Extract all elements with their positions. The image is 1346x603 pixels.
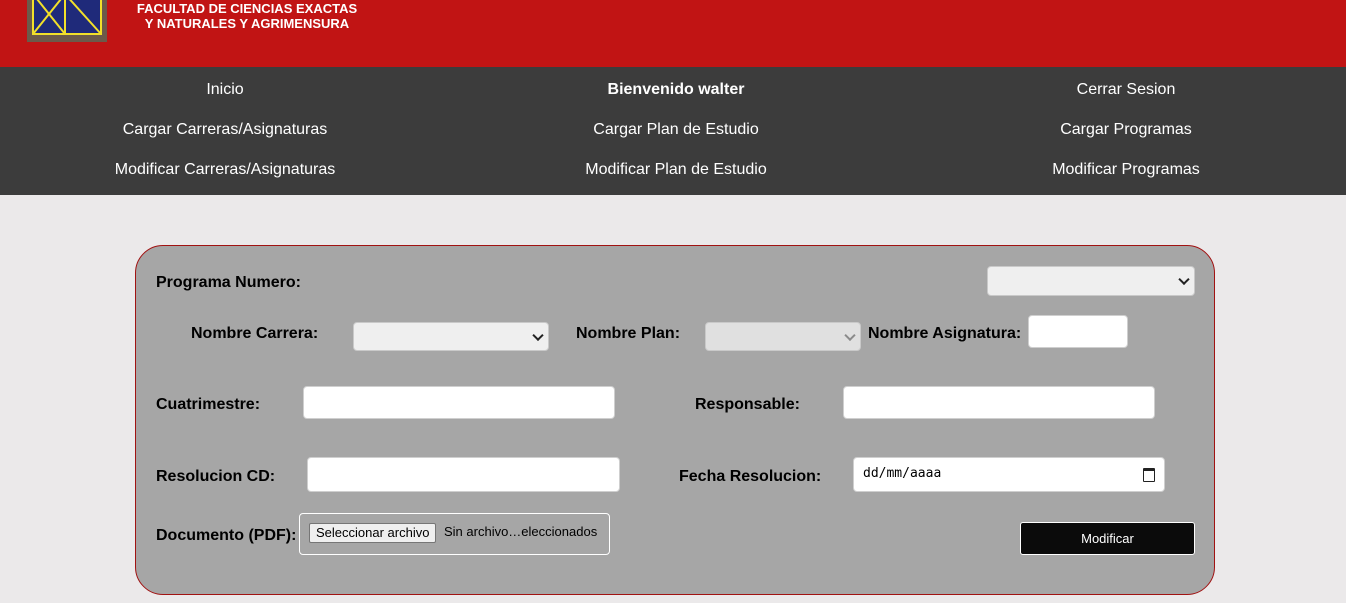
resolution-date-input[interactable]: dd/mm/aaaa: [853, 457, 1165, 492]
nav-load-careers-link[interactable]: Cargar Carreras/Asignaturas: [0, 120, 450, 140]
document-file-input[interactable]: Seleccionar archivo Sin archivo…eleccion…: [299, 513, 610, 555]
document-pdf-label: Documento (PDF):: [156, 527, 297, 544]
chevron-down-icon: [844, 329, 856, 341]
date-placeholder: dd/mm/aaaa: [863, 466, 942, 481]
nav-modify-plan-link[interactable]: Modificar Plan de Estudio: [451, 160, 901, 180]
resolution-cd-input[interactable]: [307, 457, 620, 492]
semester-label: Cuatrimestre:: [156, 396, 261, 413]
university-logo-icon: [27, 0, 107, 42]
nav-logout-link[interactable]: Cerrar Sesion: [901, 80, 1346, 100]
plan-name-label: Nombre Plan:: [576, 325, 681, 342]
welcome-text: Bienvenido walter: [607, 81, 745, 98]
nav-load-programs-link[interactable]: Cargar Programas: [901, 120, 1346, 140]
faculty-name: FACULTAD DE CIENCIAS EXACTAS Y NATURALES…: [134, 1, 360, 31]
nav-modify-programs-link[interactable]: Modificar Programas: [901, 160, 1346, 180]
modify-program-form: Programa Numero: Nombre Carrera: Nombre …: [135, 245, 1215, 595]
site-header: FACULTAD DE CIENCIAS EXACTAS Y NATURALES…: [0, 0, 1346, 67]
resolution-date-label: Fecha Resolucion:: [679, 468, 822, 485]
faculty-name-line1: FACULTAD DE CIENCIAS EXACTAS: [136, 1, 358, 16]
plan-name-select[interactable]: [705, 322, 861, 351]
nav-modify-careers-link[interactable]: Modificar Carreras/Asignaturas: [0, 160, 450, 180]
subject-name-label: Nombre Asignatura:: [868, 325, 1022, 342]
nav-load-plan-link[interactable]: Cargar Plan de Estudio: [451, 120, 901, 140]
resolution-cd-label: Resolucion CD:: [156, 468, 276, 485]
responsible-input[interactable]: [843, 386, 1155, 419]
chevron-down-icon: [532, 329, 544, 341]
file-status-text: Sin archivo…eleccionados: [444, 524, 598, 539]
chevron-down-icon: [1178, 273, 1190, 286]
career-name-label: Nombre Carrera:: [191, 325, 319, 342]
modify-button[interactable]: Modificar: [1020, 522, 1195, 555]
faculty-name-line2: Y NATURALES Y AGRIMENSURA: [144, 16, 350, 31]
program-number-select[interactable]: [987, 266, 1195, 296]
nav-inicio-link[interactable]: Inicio: [0, 80, 450, 100]
select-file-button[interactable]: Seleccionar archivo: [309, 523, 437, 543]
career-name-select[interactable]: [353, 322, 549, 351]
program-number-label: Programa Numero:: [156, 274, 301, 291]
calendar-icon[interactable]: [1143, 468, 1155, 482]
main-nav: Inicio Bienvenido walter Cerrar Sesion C…: [0, 67, 1346, 195]
subject-name-input[interactable]: [1028, 315, 1128, 348]
responsible-label: Responsable:: [695, 396, 800, 413]
semester-input[interactable]: [303, 386, 615, 419]
